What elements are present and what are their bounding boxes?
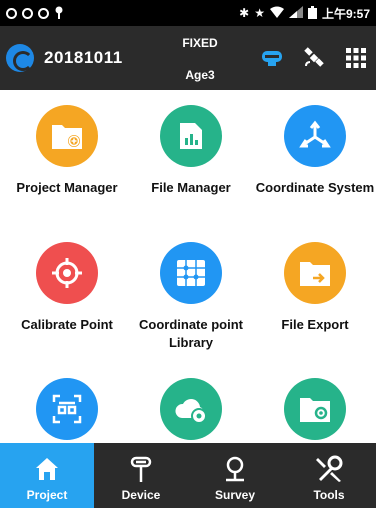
axes-icon	[284, 105, 346, 167]
tile-label: Coordinate System	[255, 180, 375, 195]
tab-label: Device	[121, 488, 161, 502]
crosshair-icon	[36, 242, 98, 304]
battery-icon	[307, 5, 317, 21]
tab-label: Survey	[214, 488, 256, 502]
document-chart-icon	[160, 105, 222, 167]
tile-file-manager[interactable]: File Manager	[131, 105, 251, 197]
home-icon	[33, 454, 61, 484]
record-icon	[6, 7, 17, 19]
cloud-settings-icon	[160, 378, 222, 440]
tools-icon	[315, 454, 343, 484]
signal-icon	[288, 6, 303, 20]
folder-add-icon	[36, 105, 98, 167]
function-grid: Project Manager File Manager Coordinate …	[0, 90, 376, 443]
tile-label: File Manager	[151, 180, 231, 195]
tile-file-export[interactable]: File Export	[255, 242, 375, 334]
fix-status: FIXED	[182, 36, 218, 50]
tab-survey[interactable]: Survey	[188, 443, 282, 508]
status-time: 上午9:57	[321, 6, 370, 21]
bluetooth-icon: ✱	[239, 6, 250, 20]
status-bar: ✱ ★ 上午9:57	[0, 0, 376, 26]
receiver-icon	[127, 454, 155, 484]
bottom-tab-bar: Project Device Survey Tools	[0, 443, 376, 508]
tile-label: Coordinate point Library	[139, 317, 243, 350]
app-logo-icon	[6, 44, 34, 72]
tile-label: Calibrate Point	[21, 317, 113, 332]
tab-tools[interactable]: Tools	[282, 443, 376, 508]
record-icon	[22, 7, 33, 19]
folder-settings-icon	[284, 378, 346, 440]
grid-points-icon	[160, 242, 222, 304]
tile-project-manager[interactable]: Project Manager	[7, 105, 127, 197]
gnss-receiver-icon[interactable]	[260, 46, 284, 70]
wifi-icon	[269, 6, 284, 20]
tile-folder-settings[interactable]	[255, 378, 375, 443]
tile-label: File Export	[281, 317, 349, 332]
record-icon	[38, 7, 49, 19]
tile-label: Project Manager	[16, 180, 118, 195]
location-pin-icon	[54, 6, 64, 21]
fix-status-block: FIXED Age3	[170, 26, 230, 90]
tile-calibrate-point[interactable]: Calibrate Point	[7, 242, 127, 334]
app-header: 20181011 FIXED Age3	[0, 26, 376, 90]
folder-export-icon	[284, 242, 346, 304]
tab-label: Project	[26, 488, 68, 502]
tab-label: Tools	[313, 488, 345, 502]
map-pin-icon	[221, 454, 249, 484]
tile-coordinate-system[interactable]: Coordinate System	[255, 105, 375, 197]
tile-cloud-settings[interactable]	[131, 378, 251, 443]
satellite-icon[interactable]	[302, 46, 326, 70]
qr-code-icon	[36, 378, 98, 440]
star-icon: ★	[254, 6, 265, 20]
menu-grid-icon[interactable]	[344, 46, 368, 70]
tab-device[interactable]: Device	[94, 443, 188, 508]
tab-project[interactable]: Project	[0, 443, 94, 508]
tile-coordinate-point-library[interactable]: Coordinate point Library	[131, 242, 251, 352]
tile-qr-code[interactable]	[7, 378, 127, 443]
job-name[interactable]: 20181011	[44, 48, 123, 68]
age-value: Age3	[185, 68, 215, 82]
